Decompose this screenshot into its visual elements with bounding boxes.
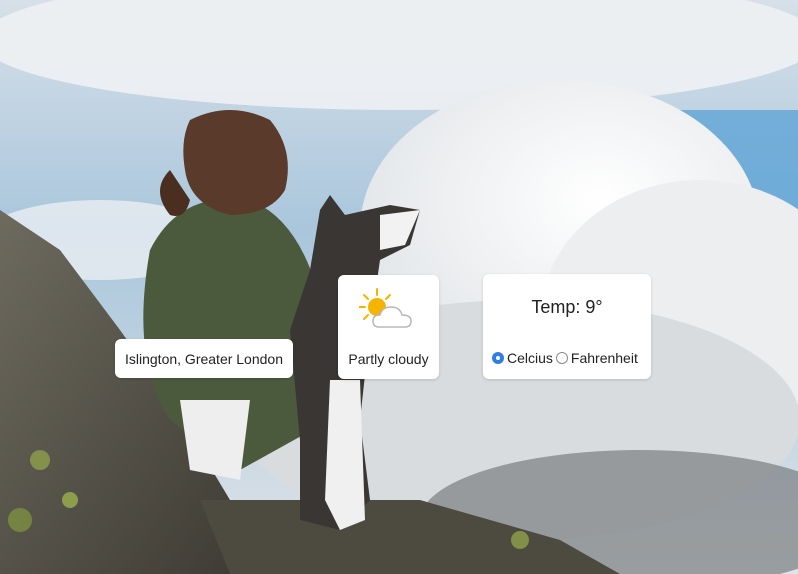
celcius-label[interactable]: Celcius xyxy=(507,350,553,366)
partly-cloudy-icon xyxy=(359,288,412,328)
condition-label: Partly cloudy xyxy=(348,351,429,367)
celcius-radio[interactable] xyxy=(492,352,504,364)
location-text: Islington, Greater London xyxy=(125,350,283,367)
temperature-text: Temp: 9° xyxy=(531,297,603,317)
condition-card: Partly cloudy xyxy=(338,275,439,379)
fahrenheit-radio[interactable] xyxy=(555,352,568,364)
unit-selector: Celcius Fahrenheit xyxy=(492,350,641,366)
weather-app: Islington, Greater London Partly cloudy … xyxy=(0,0,798,574)
fahrenheit-label[interactable]: Fahrenheit xyxy=(571,350,638,366)
location-card: Islington, Greater London xyxy=(115,339,293,378)
temperature-card: Temp: 9° Celcius Fahrenheit xyxy=(483,274,651,379)
